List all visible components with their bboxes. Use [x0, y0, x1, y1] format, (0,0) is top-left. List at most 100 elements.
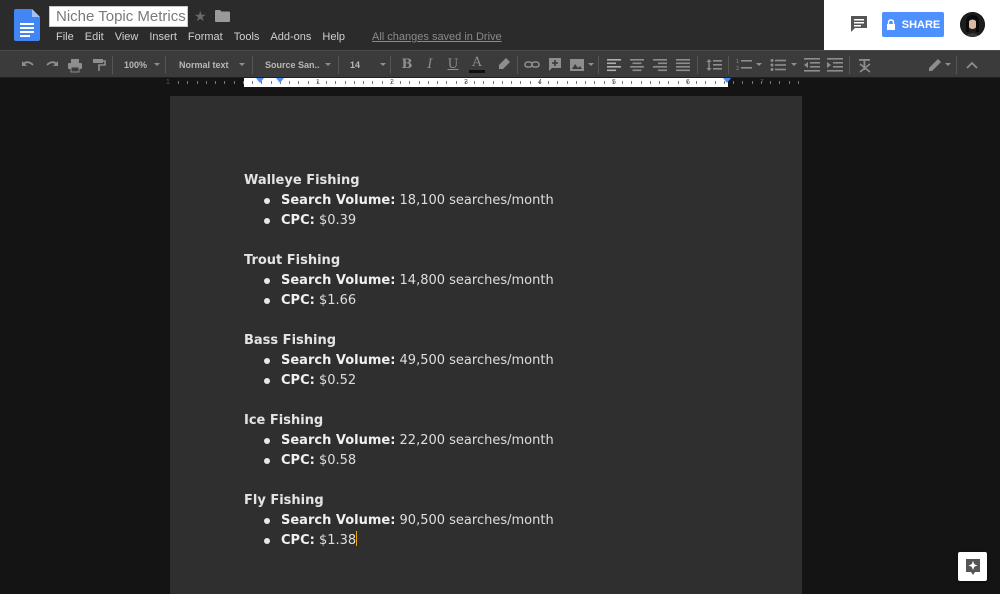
- ruler-tick: [789, 81, 790, 84]
- menu-file[interactable]: File: [56, 30, 74, 44]
- metric-value: $0.39: [314, 213, 357, 228]
- ruler-tick: [576, 81, 577, 84]
- ruler-tick: [206, 81, 207, 84]
- line-spacing-icon[interactable]: [706, 56, 722, 74]
- folder-icon[interactable]: [215, 10, 230, 22]
- ruler-tick: [742, 81, 743, 84]
- menu-insert[interactable]: Insert: [149, 30, 177, 44]
- ruler-tick: [289, 81, 290, 84]
- share-button[interactable]: SHARE: [882, 12, 944, 37]
- bold-icon[interactable]: B: [400, 56, 414, 74]
- chevron-down-icon: [380, 63, 386, 66]
- niche-heading: Bass Fishing: [244, 333, 337, 348]
- list-item: CPC: $0.58: [244, 451, 744, 471]
- ruler-tick: [178, 81, 179, 84]
- chevron-up-icon[interactable]: [965, 56, 979, 74]
- ruler-tick: [335, 81, 336, 84]
- paint-format-icon[interactable]: [91, 56, 107, 74]
- ruler-tick: [557, 81, 558, 84]
- toolbar-divider: [849, 56, 850, 74]
- text-color-icon[interactable]: A: [469, 56, 485, 74]
- toolbar-divider: [697, 56, 698, 74]
- list-item: Search Volume: 90,500 searches/month: [244, 511, 744, 531]
- svg-text:1: 1: [736, 59, 739, 65]
- bulleted-list-icon[interactable]: [770, 56, 786, 74]
- ruler-tick: [641, 81, 642, 84]
- avatar-image: [960, 12, 985, 37]
- ruler-tick: [298, 81, 299, 84]
- right-indent-marker[interactable]: [723, 78, 731, 83]
- insert-image-icon[interactable]: [569, 56, 585, 74]
- chevron-down-icon: [239, 63, 245, 66]
- chevron-down-icon: [791, 63, 797, 66]
- metric-value: 18,100 searches/month: [395, 193, 554, 208]
- ruler-tick: [363, 81, 364, 84]
- add-comment-icon[interactable]: [547, 56, 563, 74]
- align-center-icon[interactable]: [630, 56, 644, 74]
- toolbar-divider: [338, 56, 339, 74]
- ruler-tick: [409, 81, 410, 84]
- align-justify-icon[interactable]: [676, 56, 690, 74]
- highlight-icon[interactable]: [496, 56, 512, 74]
- ruler-tick: [345, 81, 346, 84]
- menu-addons[interactable]: Add-ons: [270, 30, 311, 44]
- font-family-select[interactable]: Source San..: [265, 55, 330, 75]
- decrease-indent-icon[interactable]: [804, 56, 820, 74]
- redo-icon[interactable]: [44, 56, 60, 74]
- explore-icon: [965, 558, 980, 575]
- editing-mode-icon[interactable]: [927, 56, 943, 74]
- numbered-list-icon[interactable]: 12: [736, 56, 752, 74]
- metric-label: Search Volume:: [281, 193, 396, 208]
- ruler-tick: [317, 81, 318, 84]
- metric-label: CPC:: [281, 453, 315, 468]
- niche-section: Fly Fishing Search Volume: 90,500 search…: [244, 491, 744, 551]
- niche-section: Bass Fishing Search Volume: 49,500 searc…: [244, 331, 744, 391]
- ruler-tick: [391, 81, 392, 84]
- explore-button[interactable]: [958, 552, 987, 581]
- saved-status-link[interactable]: All changes saved in Drive: [372, 30, 502, 44]
- chevron-down-icon: [945, 63, 951, 66]
- link-icon[interactable]: [524, 56, 540, 74]
- undo-icon[interactable]: [20, 56, 36, 74]
- header-actions: SHARE: [824, 0, 1000, 50]
- metric-value: 90,500 searches/month: [395, 513, 554, 528]
- increase-indent-icon[interactable]: [827, 56, 843, 74]
- left-indent-marker[interactable]: [276, 78, 284, 83]
- document-body[interactable]: Walleye Fishing Search Volume: 18,100 se…: [244, 171, 744, 571]
- italic-icon[interactable]: I: [423, 56, 437, 74]
- comments-icon[interactable]: [850, 15, 868, 33]
- metric-value: $0.52: [314, 373, 357, 388]
- ruler-tick: [502, 81, 503, 84]
- metric-value: 14,800 searches/month: [395, 273, 554, 288]
- menu-help[interactable]: Help: [322, 30, 345, 44]
- document-title-input[interactable]: Niche Topic Metrics: [49, 6, 188, 27]
- ruler-tick: [326, 81, 327, 84]
- ruler-tick: [733, 81, 734, 84]
- first-line-indent-marker[interactable]: [256, 78, 264, 83]
- list-item: CPC: $0.39: [244, 211, 744, 231]
- align-left-icon[interactable]: [607, 56, 621, 74]
- star-icon[interactable]: ★: [194, 8, 207, 24]
- ruler-tick: [419, 81, 420, 84]
- print-icon[interactable]: [67, 56, 83, 74]
- menu-bar: File Edit View Insert Format Tools Add-o…: [56, 30, 502, 44]
- toolbar-divider: [517, 56, 518, 74]
- avatar[interactable]: [960, 12, 985, 37]
- metric-label: Search Volume:: [281, 273, 396, 288]
- docs-icon[interactable]: [14, 9, 40, 41]
- ruler-tick: [798, 81, 799, 84]
- font-size-select[interactable]: 14: [350, 55, 380, 75]
- menu-edit[interactable]: Edit: [85, 30, 104, 44]
- metric-label: Search Volume:: [281, 353, 396, 368]
- metric-label: CPC:: [281, 373, 315, 388]
- menu-view[interactable]: View: [115, 30, 139, 44]
- menu-format[interactable]: Format: [188, 30, 223, 44]
- list-item: CPC: $1.66: [244, 291, 744, 311]
- ruler[interactable]: 1 1 2 3 4 5 6 7: [0, 78, 1000, 90]
- underline-icon[interactable]: U: [446, 56, 460, 74]
- clear-formatting-icon[interactable]: [857, 56, 873, 74]
- align-right-icon[interactable]: [653, 56, 667, 74]
- menu-tools[interactable]: Tools: [234, 30, 260, 44]
- ruler-tick: [687, 81, 688, 84]
- metric-value: $0.58: [314, 453, 357, 468]
